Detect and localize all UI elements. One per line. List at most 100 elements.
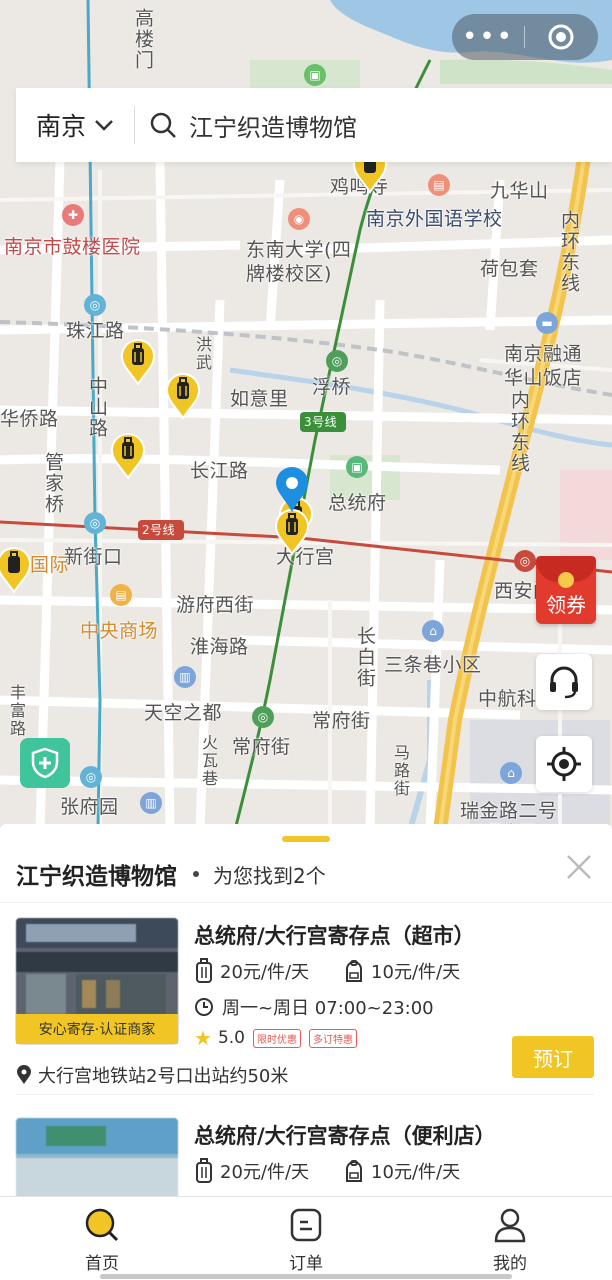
large-luggage-price: 20元/件/天	[194, 1158, 309, 1184]
close-target-icon	[548, 24, 574, 50]
poi-university-icon: ◉	[288, 208, 310, 230]
tab-profile[interactable]: 我的	[408, 1197, 612, 1280]
headset-icon	[550, 666, 578, 699]
customer-service-button[interactable]	[536, 654, 592, 710]
large-price-text: 20元/件/天	[220, 1162, 310, 1183]
hours-row: 周一~周日 07:00~23:00	[194, 994, 434, 1020]
poi-school-icon: ▤	[428, 174, 450, 196]
map-label-zhonghang: 中航科	[478, 688, 537, 710]
small-price-text: 10元/件/天	[371, 1162, 461, 1183]
backpack-icon	[346, 1160, 363, 1182]
map-label-gulou-hospital: 南京市鼓楼医院	[4, 236, 141, 258]
results-sheet: 江宁织造博物馆 为您找到2个 安心寄存·认证商家 总统府/大行宫寄存点（超市） …	[0, 824, 612, 1196]
map-label-huaqiao: 华侨路	[0, 408, 59, 430]
map-label-huaihai: 淮海路	[190, 636, 249, 658]
address-text: 大行宫地铁站2号口出站约50米	[38, 1066, 289, 1087]
sheet-title: 江宁织造博物馆	[16, 864, 177, 890]
more-menu-button[interactable]: •••	[452, 14, 524, 60]
map-label-changjiang: 长江路	[190, 460, 249, 482]
city-label: 南京	[36, 112, 87, 141]
poi-mall-icon: ▤	[110, 584, 132, 606]
map-label-zongtongfu: 总统府	[328, 492, 387, 514]
verified-badge: 安心寄存·认证商家	[16, 1014, 178, 1044]
crosshair-icon	[547, 747, 581, 781]
store-photo	[16, 1118, 178, 1196]
bottom-tab-bar: 首页 订单 我的	[0, 1196, 612, 1280]
close-miniprogram-button[interactable]	[525, 14, 597, 60]
tab-home[interactable]: 首页	[0, 1197, 204, 1280]
tab-orders-label: 订单	[289, 1254, 323, 1274]
map-label-malu: 马路街	[391, 744, 410, 798]
rating-value: 5.0	[217, 1028, 245, 1048]
poi-residence-icon: ⌂	[422, 620, 444, 642]
map-label-youfu: 游府西街	[176, 594, 255, 616]
poi-park-icon: ▣	[304, 64, 326, 86]
locate-me-button[interactable]	[536, 736, 592, 792]
poi-building-icon: ▥	[140, 792, 162, 814]
map-label-jiuhuashan: 九华山	[490, 180, 549, 202]
map-view[interactable]: 高楼门 南京市鼓楼医院 鸡鸣寺 九华山 南京外国语学校 东南大学(四牌楼校区) …	[0, 0, 612, 830]
small-price-text: 10元/件/天	[371, 962, 461, 983]
shield-icon	[31, 747, 59, 779]
poi-residence-icon: ⌂	[500, 762, 522, 784]
metro-station-icon: ◎	[326, 350, 348, 372]
storage-marker-icon[interactable]	[165, 372, 201, 420]
storage-marker-icon[interactable]	[120, 338, 156, 386]
home-search-icon	[85, 1208, 119, 1242]
map-label-sanjiao: 三条巷小区	[384, 654, 482, 676]
result-card[interactable]: 安心寄存·认证商家 总统府/大行宫寄存点（超市） 20元/件/天 10元/件/天…	[0, 918, 612, 1098]
book-button[interactable]: 预订	[512, 1036, 594, 1078]
sheet-drag-handle[interactable]	[282, 836, 330, 842]
miniprogram-capsule: •••	[452, 14, 598, 60]
suitcase-icon	[196, 1158, 212, 1183]
metro-station-icon: ◎	[514, 550, 536, 572]
large-price-text: 20元/件/天	[220, 962, 310, 983]
city-selector[interactable]: 南京	[16, 107, 114, 143]
rating-row: ★ 5.0 限时优惠 多订特惠	[194, 1026, 357, 1050]
search-icon	[150, 112, 176, 138]
large-luggage-price: 20元/件/天	[194, 958, 309, 984]
map-label-neihuan-1: 内环东线	[558, 210, 580, 294]
result-card[interactable]: 总统府/大行宫寄存点（便利店） 20元/件/天 10元/件/天	[0, 1118, 612, 1196]
price-row: 20元/件/天 10元/件/天	[194, 1158, 494, 1184]
search-input[interactable]: 江宁织造博物馆	[189, 108, 357, 143]
map-label-changbai: 长白街	[354, 626, 376, 689]
map-label-zhangfu: 张府园	[60, 796, 119, 818]
coupon-button[interactable]: 领券	[536, 556, 596, 624]
map-label-changfujie: 常府街	[232, 736, 291, 758]
storage-marker-icon[interactable]	[110, 432, 146, 480]
map-label-dongnan: 东南大学(四牌楼校区)	[246, 239, 352, 285]
small-luggage-price: 10元/件/天	[343, 1158, 460, 1184]
map-label-zhongyang: 中央商场	[80, 620, 159, 642]
result-count: 为您找到2个	[213, 863, 326, 888]
map-label-fuqiao: 浮桥	[312, 376, 352, 398]
map-label-guoji: 国际	[30, 554, 70, 576]
safety-button[interactable]	[20, 738, 70, 788]
chevron-down-icon	[95, 120, 113, 131]
map-label-zhongshan: 中山路	[86, 376, 108, 439]
price-row: 20元/件/天 10元/件/天	[194, 958, 494, 984]
metro-station-icon: ◎	[84, 512, 106, 534]
backpack-icon	[346, 960, 363, 982]
sheet-separator-dot	[193, 871, 199, 877]
profile-icon	[494, 1208, 526, 1243]
header-divider	[0, 902, 612, 903]
coupon-label: 领券	[546, 593, 586, 617]
storage-marker-icon[interactable]	[274, 508, 310, 556]
location-pin-icon	[276, 467, 308, 512]
close-icon[interactable]	[564, 852, 594, 882]
poi-building-icon: ▥	[174, 666, 196, 688]
map-label-ruyili: 如意里	[230, 388, 289, 410]
map-label-hongwu: 洪武	[193, 336, 212, 372]
search-bar[interactable]: 南京 江宁织造博物馆	[16, 88, 612, 162]
tab-profile-label: 我的	[493, 1254, 527, 1274]
storage-marker-icon[interactable]	[0, 546, 32, 594]
map-label-changfu: 常府街	[312, 710, 371, 732]
sheet-header: 江宁织造博物馆 为您找到2个	[16, 856, 326, 892]
tab-orders[interactable]: 订单	[204, 1197, 408, 1280]
metro-line2-badge: 2号线	[142, 523, 176, 537]
map-label-guanjia: 管家桥	[42, 452, 64, 515]
map-label-huowa: 火瓦巷	[199, 734, 218, 788]
home-indicator	[100, 1274, 512, 1279]
map-label-zhujiang: 珠江路	[66, 320, 125, 342]
